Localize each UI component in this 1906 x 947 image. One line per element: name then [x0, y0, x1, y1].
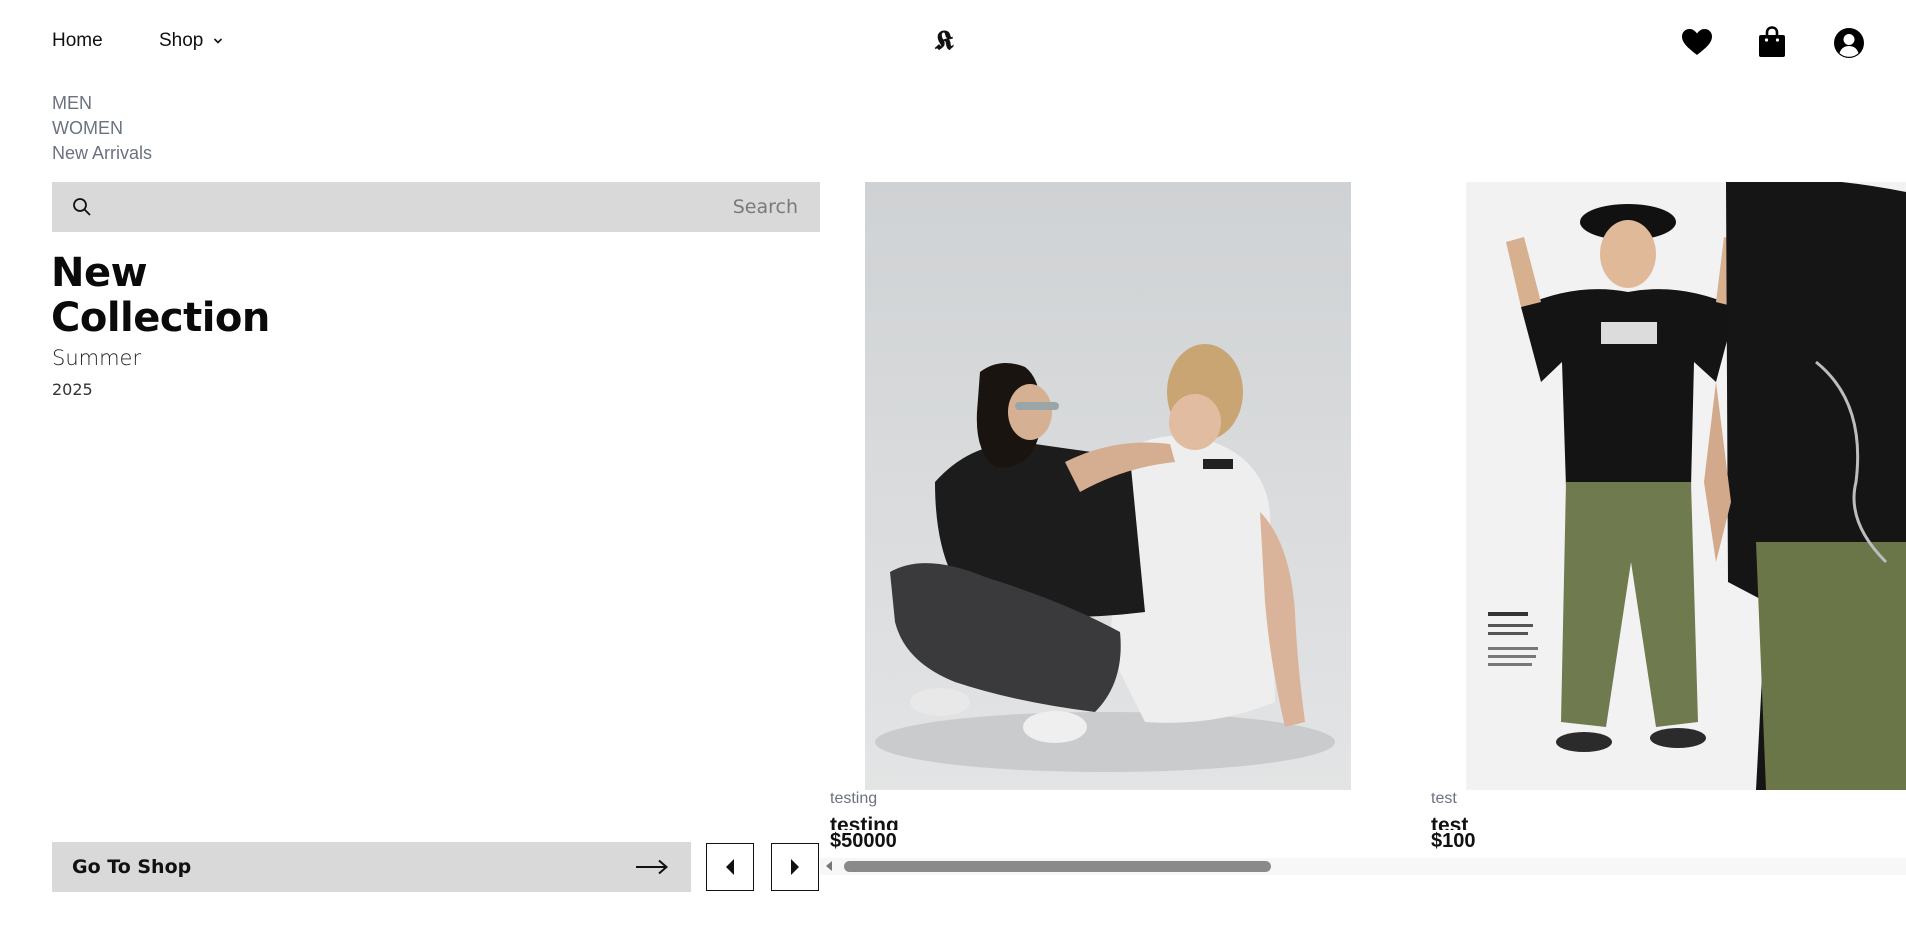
- product-photo-couple: [865, 182, 1351, 790]
- nav-shop-label: Shop: [159, 30, 204, 51]
- caret-right-icon: [791, 859, 799, 875]
- arrow-right-icon: [636, 859, 669, 875]
- nav-home-link[interactable]: Home: [52, 30, 103, 52]
- brand-logo[interactable]: 𝕶: [935, 26, 954, 57]
- user-icon[interactable]: [1832, 26, 1866, 60]
- product-name[interactable]: testing: [830, 812, 899, 830]
- hero-title-line2: Collection: [51, 295, 270, 341]
- category-list: MEN WOMEN New Arrivals: [52, 91, 152, 166]
- heart-icon[interactable]: [1680, 25, 1714, 59]
- product-category: testing: [830, 790, 878, 807]
- category-men[interactable]: MEN: [52, 91, 152, 116]
- bag-icon[interactable]: [1755, 25, 1789, 59]
- scroll-left-icon[interactable]: [824, 860, 834, 872]
- search-input[interactable]: [92, 195, 800, 219]
- search-bar: [52, 182, 820, 232]
- product-photo-model: [1466, 182, 1906, 790]
- product-price: $100: [1431, 830, 1476, 852]
- product-image[interactable]: [865, 182, 1351, 790]
- product-image[interactable]: [1466, 182, 1906, 790]
- nav-shop-dropdown[interactable]: Shop: [159, 30, 223, 52]
- product-category: test: [1431, 790, 1457, 807]
- carousel-scrollbar-thumb[interactable]: [844, 861, 1271, 872]
- go-to-shop-label: Go To Shop: [72, 856, 192, 878]
- carousel-next-button[interactable]: [771, 843, 819, 891]
- search-icon: [73, 198, 91, 216]
- chevron-down-icon: [214, 38, 223, 44]
- product-price: $50000: [830, 830, 897, 852]
- category-new-arrivals[interactable]: New Arrivals: [52, 141, 152, 166]
- hero-heading: New Collection: [51, 251, 270, 341]
- caret-left-icon: [726, 859, 734, 875]
- hero-title-line1: New: [51, 250, 148, 296]
- go-to-shop-button[interactable]: Go To Shop: [52, 842, 691, 892]
- category-women[interactable]: WOMEN: [52, 116, 152, 141]
- product-name[interactable]: test: [1431, 812, 1468, 830]
- hero-subtitle: Summer: [52, 346, 142, 370]
- carousel-prev-button[interactable]: [706, 843, 754, 891]
- hero-year: 2025: [52, 380, 93, 399]
